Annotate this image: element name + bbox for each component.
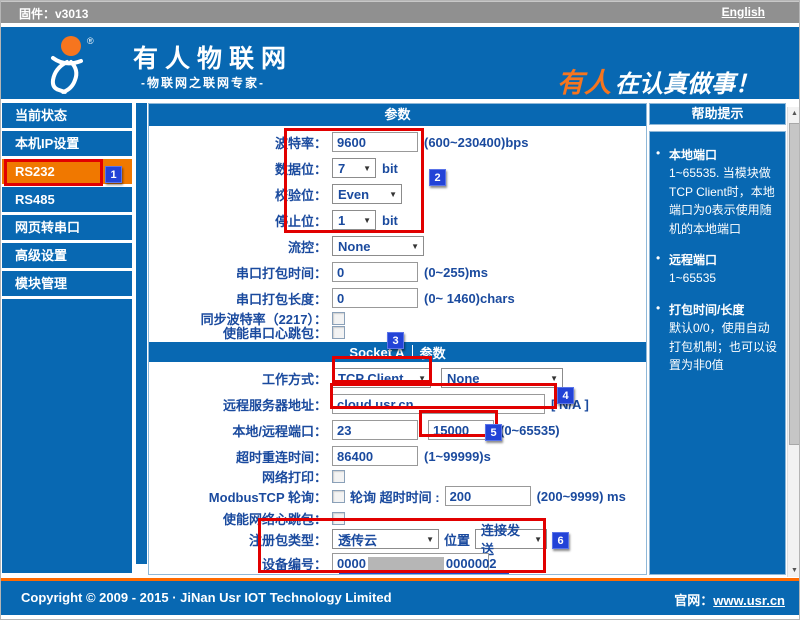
slogan-orange: 有人 (557, 68, 611, 98)
bullet-icon: • (656, 146, 669, 238)
scroll-down-icon[interactable]: ▼ (788, 564, 800, 577)
copyright-text: Copyright © 2009 - 2015 · JiNan Usr IOT … (21, 590, 392, 605)
help-item-remote-port: • 远程端口 1~65535 (656, 251, 779, 288)
sidebar-filler (2, 299, 132, 573)
sidebar-item-rs485[interactable]: RS485 (2, 187, 132, 212)
slogan-white: 在认真做事！ (615, 72, 759, 98)
packtime-label: 串口打包时间： (149, 263, 332, 282)
modbus-timeout-label: 轮询 超时时间 : (350, 487, 440, 506)
packtime-row: 串口打包时间： (0~255)ms (149, 259, 646, 285)
annotation-box-3 (332, 356, 432, 383)
annotation-box-1 (4, 159, 103, 186)
dropdown-arrow-icon: ▼ (550, 374, 558, 383)
config-page: 固件：v3013 English ® 有人物联网 -物联网之联网专家- 有人在认… (0, 0, 800, 620)
svg-text:®: ® (87, 36, 94, 46)
packtime-input[interactable] (332, 262, 418, 282)
net-print-row: 网络打印： (149, 469, 646, 483)
baud-hint: (600~230400)bps (424, 135, 528, 150)
annotation-badge-4: 4 (557, 387, 574, 404)
help-item-title: 打包时间/长度 (669, 303, 744, 317)
packlen-input[interactable] (332, 288, 418, 308)
sidebar-item-current-status[interactable]: 当前状态 (2, 103, 132, 128)
local-port-input[interactable] (332, 420, 418, 440)
sidebar-item-advanced[interactable]: 高级设置 (2, 243, 132, 268)
packtime-hint: (0~255)ms (424, 265, 488, 280)
firmware-version-label: 固件：v3013 (19, 5, 88, 22)
packlen-label: 串口打包长度： (149, 289, 332, 308)
syncbaud-checkbox[interactable] (332, 312, 345, 325)
reconnect-hint: (1~99999)s (424, 449, 491, 464)
workmode-label: 工作方式： (149, 369, 332, 388)
dropdown-arrow-icon: ▼ (411, 242, 419, 251)
official-site: 官网：www.usr.cn (674, 590, 785, 609)
annotation-box-4 (330, 383, 557, 409)
packlen-row: 串口打包长度： (0~ 1460)chars (149, 285, 646, 311)
sidebar-item-web-to-serial[interactable]: 网页转串口 (2, 215, 132, 240)
annotation-badge-3: 3 (387, 332, 404, 349)
packlen-hint: (0~ 1460)chars (424, 291, 515, 306)
net-print-checkbox[interactable] (332, 470, 345, 483)
uart-heartbeat-checkbox[interactable] (332, 326, 345, 339)
annotation-badge-5: 5 (485, 424, 502, 441)
modbus-hint: (200~9999) ms (537, 489, 626, 504)
reconnect-input[interactable] (332, 446, 418, 466)
help-item-local-port: • 本地端口 1~65535. 当模块做TCP Client时，本地端口为0表示… (656, 146, 779, 238)
panel-title: 参数 (149, 104, 646, 126)
flowctrl-row: 流控： None▼ (149, 233, 646, 259)
modbus-poll-checkbox[interactable] (332, 490, 345, 503)
reconnect-label: 超时重连时间： (149, 447, 332, 466)
help-item-body: 默认0/0，使用自动打包机制；也可以设置为非0值 (669, 321, 777, 372)
footer: Copyright © 2009 - 2015 · JiNan Usr IOT … (1, 578, 799, 615)
help-panel-body: • 本地端口 1~65535. 当模块做TCP Client时，本地端口为0表示… (649, 131, 786, 575)
scrollbar-thumb[interactable] (789, 123, 800, 445)
annotation-badge-6: 6 (552, 532, 569, 549)
bullet-icon: • (656, 251, 669, 288)
brand-subtitle: -物联网之联网专家- (141, 74, 265, 91)
uart-heartbeat-label: 使能串口心跳包： (149, 323, 332, 342)
sidebar-item-module-mgmt[interactable]: 模块管理 (2, 271, 132, 296)
help-item-title: 本地端口 (669, 148, 717, 162)
flowctrl-label: 流控： (149, 237, 332, 256)
help-item-body: 1~65535 (669, 271, 716, 285)
ports-hint: (0~65535) (500, 423, 560, 438)
modbus-label: ModbusTCP 轮询： (149, 487, 332, 506)
help-scrollbar[interactable]: ▲ ▼ (787, 107, 800, 577)
help-panel: 帮助提示 • 本地端口 1~65535. 当模块做TCP Client时，本地端… (649, 103, 786, 575)
ports-row: 本地/远程端口： (0~65535) (149, 417, 646, 443)
remote-addr-label: 远程服务器地址： (149, 395, 332, 414)
ports-label: 本地/远程端口： (149, 421, 332, 440)
bullet-icon: • (656, 301, 669, 375)
banner: ® 有人物联网 -物联网之联网专家- 有人在认真做事！ (1, 27, 799, 99)
flowctrl-select[interactable]: None▼ (332, 236, 424, 256)
help-item-body: 1~65535. 当模块做TCP Client时，本地端口为0表示使用随机的本地… (669, 166, 775, 235)
help-item-pack-time-length: • 打包时间/长度 默认0/0，使用自动打包机制；也可以设置为非0值 (656, 301, 779, 375)
reconnect-row: 超时重连时间： (1~99999)s (149, 443, 646, 469)
topbar: 固件：v3013 English (1, 1, 799, 23)
modbus-timeout-input[interactable] (445, 486, 531, 506)
brand-title: 有人物联网 (133, 39, 293, 75)
english-language-link[interactable]: English (722, 5, 765, 19)
divider-strip (136, 103, 147, 564)
annotation-badge-1: 1 (105, 166, 122, 183)
sidebar-item-local-ip[interactable]: 本机IP设置 (2, 131, 132, 156)
site-label: 官网： (674, 593, 713, 608)
annotation-badge-2: 2 (429, 169, 446, 186)
modbus-row: ModbusTCP 轮询： 轮询 超时时间 : (200~9999) ms (149, 483, 646, 509)
annotation-box-2 (284, 128, 424, 233)
scroll-up-icon[interactable]: ▲ (788, 107, 800, 120)
help-panel-title: 帮助提示 (649, 103, 786, 125)
slogan: 有人在认真做事！ (557, 61, 759, 100)
official-site-link[interactable]: www.usr.cn (713, 593, 785, 608)
usr-logo-icon: ® (31, 32, 111, 96)
annotation-box-6 (258, 518, 546, 573)
net-print-label: 网络打印： (149, 467, 332, 486)
help-item-title: 远程端口 (669, 253, 717, 267)
